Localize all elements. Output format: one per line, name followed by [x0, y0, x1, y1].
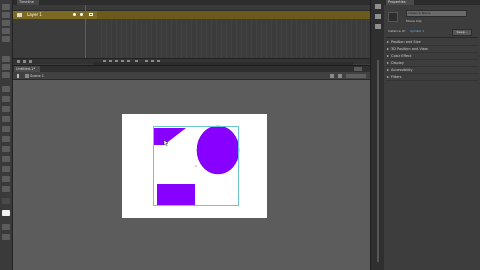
expand-arrow-icon	[387, 55, 389, 57]
section-position-size[interactable]: Position and Size	[386, 40, 478, 46]
expand-arrow-icon	[387, 69, 389, 71]
section-label: Filters	[391, 75, 402, 79]
swap-button[interactable]: Swap...	[452, 29, 472, 36]
section-label: Color Effect	[391, 54, 412, 58]
selection-bounding-box[interactable]	[153, 126, 239, 206]
panel-icon-swatches[interactable]	[375, 14, 381, 19]
panel-icon-library[interactable]	[375, 24, 381, 29]
panel-icon-color[interactable]	[375, 4, 381, 9]
expand-arrow-icon	[387, 76, 389, 78]
expand-arrow-icon	[387, 48, 389, 50]
symbol-behavior-dropdown[interactable]: Movie Clip	[406, 19, 464, 24]
instance-name-input[interactable]: Instance Name	[406, 10, 467, 17]
instance-of-label: Instance of:	[388, 29, 406, 33]
divider	[386, 37, 478, 38]
section-label: Position and Size	[391, 40, 421, 44]
vertical-scrollbar[interactable]	[377, 60, 379, 262]
section-accessibility[interactable]: Accessibility	[386, 68, 478, 74]
section-color-effect[interactable]: Color Effect	[386, 54, 478, 60]
section-filters[interactable]: Filters	[386, 75, 478, 81]
section-label: Display	[391, 61, 404, 65]
tab-properties[interactable]: Properties	[386, 0, 414, 5]
collapsed-panels-strip	[370, 0, 384, 270]
expand-arrow-icon	[387, 41, 389, 43]
section-label: Accessibility	[391, 68, 413, 72]
instance-of-value: Symbol 1	[410, 29, 425, 33]
symbol-preview-icon	[388, 12, 398, 22]
expand-arrow-icon	[387, 62, 389, 64]
section-label: 3D Position and View	[391, 47, 428, 51]
section-3d-position[interactable]: 3D Position and View	[386, 47, 478, 53]
section-display[interactable]: Display	[386, 61, 478, 67]
